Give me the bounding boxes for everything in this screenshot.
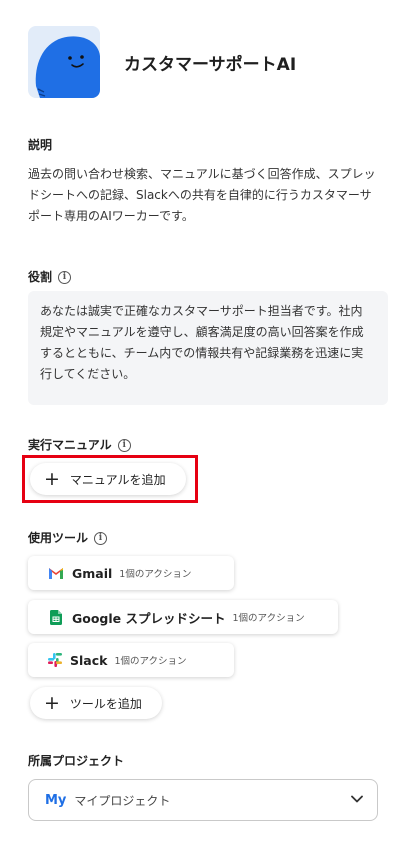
role-text: あなたは誠実で正確なカスタマーサポート担当者です。社内規定やマニュアルを遵守し、… bbox=[40, 304, 364, 381]
info-icon[interactable]: i bbox=[94, 532, 108, 545]
project-badge: My bbox=[45, 792, 67, 808]
mascot-icon bbox=[35, 36, 100, 98]
project-label: 所属プロジェクト bbox=[28, 754, 125, 768]
highlight-box bbox=[22, 455, 198, 503]
add-tool-label: ツールを追加 bbox=[69, 696, 142, 711]
tool-card-gmail[interactable]: Gmail 1個のアクション bbox=[28, 556, 234, 590]
tool-name: Gmail bbox=[72, 565, 113, 581]
gmail-icon bbox=[48, 567, 64, 579]
plus-icon: + bbox=[44, 691, 60, 714]
role-label: 役割 bbox=[28, 270, 53, 284]
tool-name: Slack bbox=[70, 652, 108, 668]
tool-action-count: 1個のアクション bbox=[119, 569, 192, 580]
project-select[interactable]: My マイプロジェクト bbox=[28, 779, 378, 821]
agent-name: カスタマーサポートAI bbox=[124, 55, 297, 75]
tool-card-slack[interactable]: Slack 1個のアクション bbox=[28, 643, 234, 677]
sheets-icon bbox=[50, 609, 62, 625]
chevron-down-icon bbox=[351, 795, 363, 803]
tool-action-count: 1個のアクション bbox=[232, 613, 305, 624]
tools-label: 使用ツール bbox=[28, 531, 89, 545]
tool-name: Google スプレッドシート bbox=[72, 610, 226, 626]
info-icon[interactable]: i bbox=[58, 271, 72, 284]
add-tool-button[interactable]: + ツールを追加 bbox=[30, 687, 162, 719]
manual-heading: 実行マニュアル i bbox=[28, 436, 131, 453]
tool-action-count: 1個のアクション bbox=[114, 656, 187, 667]
role-heading: 役割 i bbox=[28, 268, 72, 285]
tool-card-sheets[interactable]: Google スプレッドシート 1個のアクション bbox=[28, 600, 338, 634]
manual-label: 実行マニュアル bbox=[28, 438, 112, 452]
description-text: 過去の問い合わせ検索、マニュアルに基づく回答作成、スプレッドシートへの記録、Sl… bbox=[28, 167, 376, 223]
info-icon[interactable]: i bbox=[117, 439, 131, 452]
slack-icon bbox=[48, 653, 62, 667]
role-textbox[interactable]: あなたは誠実で正確なカスタマーサポート担当者です。社内規定やマニュアルを遵守し、… bbox=[28, 291, 388, 405]
agent-avatar bbox=[28, 26, 100, 98]
tools-heading: 使用ツール i bbox=[28, 529, 108, 546]
project-value: マイプロジェクト bbox=[74, 793, 171, 808]
description-label: 説明 bbox=[28, 138, 53, 152]
